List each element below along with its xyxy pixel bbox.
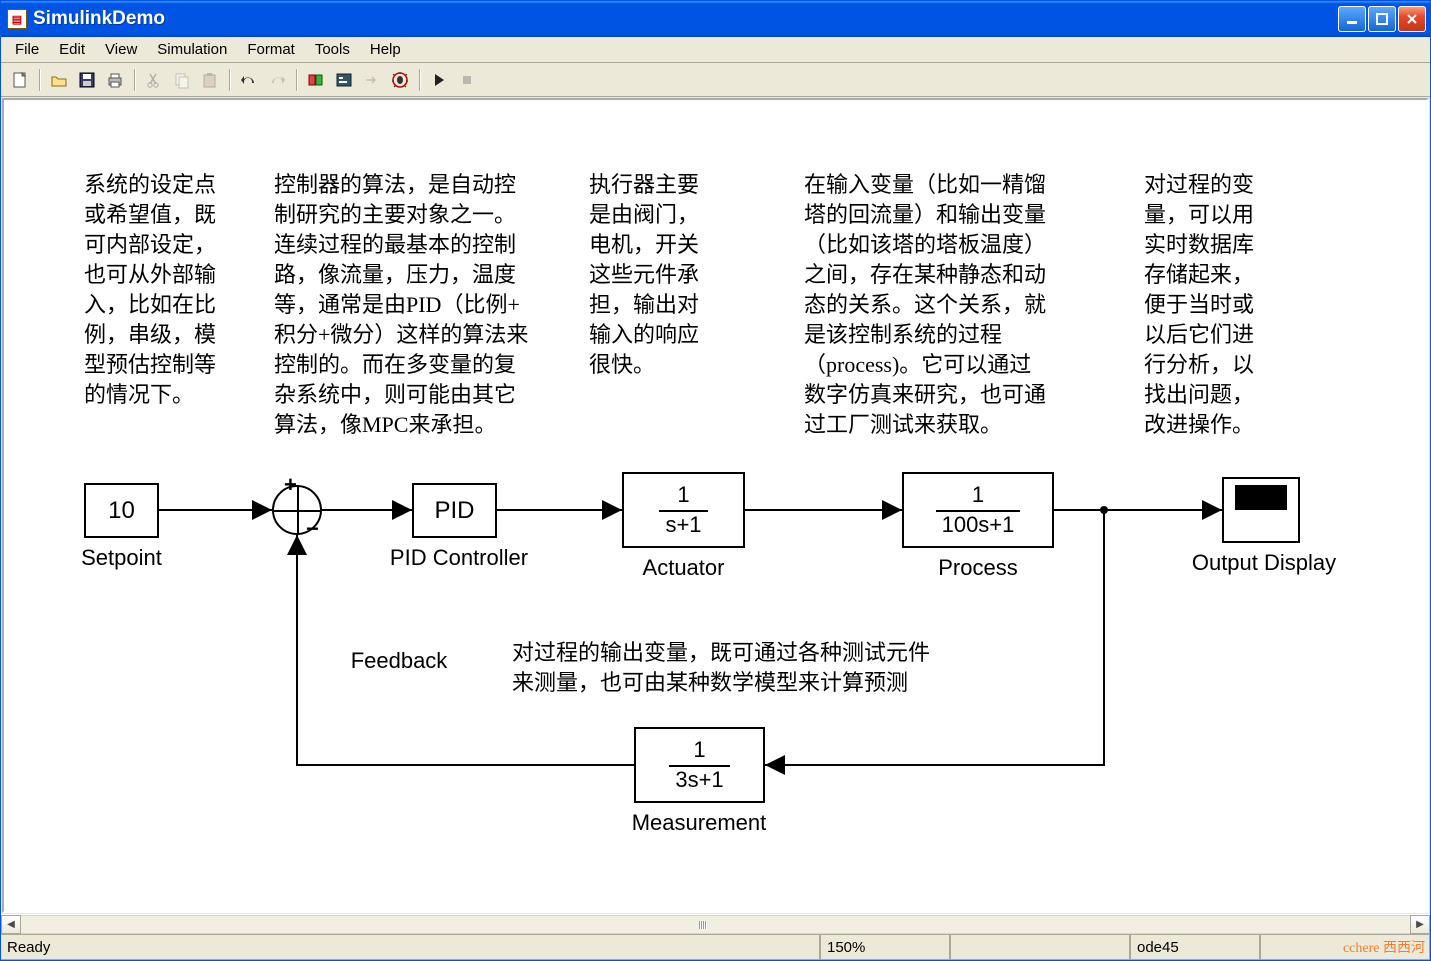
actuator-denominator: s+1 <box>659 510 707 538</box>
titlebar[interactable]: ▤ SimulinkDemo <box>1 1 1430 37</box>
label-setpoint: Setpoint <box>69 545 174 571</box>
model-explorer-icon[interactable] <box>331 67 357 93</box>
close-button[interactable] <box>1398 6 1426 32</box>
annotation-output[interactable]: 对过程的变 量，可以用 实时数据库 存储起来， 便于当时或 以后它们进 行分析，… <box>1144 170 1294 440</box>
annotation-measurement[interactable]: 对过程的输出变量，既可通过各种测试元件 来测量，也可由某种数学模型来计算预测 <box>512 638 992 698</box>
annotation-actuator[interactable]: 执行器主要 是由阀门， 电机，开关 这些元件承 担，输出对 输入的响应 很快。 <box>589 170 739 380</box>
sum-plus-sign: + <box>284 472 297 498</box>
sum-minus-sign: − <box>306 516 319 542</box>
pid-text: PID <box>434 497 474 525</box>
paste-icon[interactable] <box>197 67 223 93</box>
open-icon[interactable] <box>46 67 72 93</box>
annotation-process[interactable]: 在输入变量（比如一精馏 塔的回流量）和输出变量 （比如该塔的塔板温度） 之间，存… <box>804 170 1094 440</box>
block-actuator[interactable]: 1 s+1 <box>622 472 745 548</box>
scroll-left-icon[interactable]: ◀ <box>1 915 21 934</box>
block-scope[interactable] <box>1222 477 1300 543</box>
process-denominator: 100s+1 <box>936 510 1021 538</box>
undo-icon[interactable] <box>236 67 262 93</box>
status-zoom: 150% <box>820 935 950 960</box>
menu-help[interactable]: Help <box>360 39 411 60</box>
new-icon[interactable] <box>7 67 33 93</box>
window-title: SimulinkDemo <box>33 8 1338 30</box>
maximize-button[interactable] <box>1368 6 1396 32</box>
scroll-track[interactable] <box>21 915 1410 934</box>
toolbar-separator <box>229 69 230 91</box>
status-ready: Ready <box>1 935 820 960</box>
menu-format[interactable]: Format <box>237 39 305 60</box>
app-icon: ▤ <box>7 9 27 29</box>
menu-view[interactable]: View <box>95 39 147 60</box>
measurement-numerator: 1 <box>693 737 705 765</box>
block-process[interactable]: 1 100s+1 <box>902 472 1054 548</box>
stop-icon[interactable] <box>454 67 480 93</box>
annotation-controller[interactable]: 控制器的算法，是自动控 制研究的主要对象之一。 连续过程的最基本的控制 路，像流… <box>274 170 564 440</box>
play-icon[interactable] <box>426 67 452 93</box>
block-measurement[interactable]: 1 3s+1 <box>634 727 765 803</box>
statusbar: Ready 150% ode45 cchere 西西河 <box>1 934 1430 960</box>
app-window: ▤ SimulinkDemo File Edit View Simulation… <box>0 0 1431 961</box>
block-pid[interactable]: PID <box>412 483 497 538</box>
scroll-thumb-grip <box>688 918 718 931</box>
label-feedback: Feedback <box>339 648 459 674</box>
save-icon[interactable] <box>74 67 100 93</box>
actuator-numerator: 1 <box>677 482 689 510</box>
menu-simulation[interactable]: Simulation <box>147 39 237 60</box>
annotation-setpoint[interactable]: 系统的设定点 或希望值，既 可内部设定， 也可从外部输 入，比如在比 例，串级，… <box>84 170 254 410</box>
label-pid: PID Controller <box>384 545 534 571</box>
copy-icon[interactable] <box>169 67 195 93</box>
toolbar-separator <box>134 69 135 91</box>
process-numerator: 1 <box>972 482 984 510</box>
minimize-button[interactable] <box>1338 6 1366 32</box>
menu-edit[interactable]: Edit <box>49 39 95 60</box>
debug-icon[interactable] <box>387 67 413 93</box>
horizontal-scrollbar[interactable]: ◀ ▶ <box>1 914 1430 934</box>
watermark: cchere 西西河 <box>1343 937 1425 957</box>
menubar: File Edit View Simulation Format Tools H… <box>1 37 1430 63</box>
menu-tools[interactable]: Tools <box>305 39 360 60</box>
toolbar-separator <box>419 69 420 91</box>
toolbar <box>1 63 1430 97</box>
menu-file[interactable]: File <box>5 39 49 60</box>
port-signal-icon[interactable] <box>359 67 385 93</box>
toolbar-separator <box>39 69 40 91</box>
scroll-right-icon[interactable]: ▶ <box>1410 915 1430 934</box>
label-scope: Output Display <box>1174 550 1354 576</box>
setpoint-value: 10 <box>108 497 135 525</box>
status-solver: ode45 <box>1130 935 1260 960</box>
scope-screen-icon <box>1235 485 1287 510</box>
window-buttons <box>1338 6 1426 32</box>
print-icon[interactable] <box>102 67 128 93</box>
toolbar-separator <box>296 69 297 91</box>
model-canvas[interactable]: 系统的设定点 或希望值，既 可内部设定， 也可从外部输 入，比如在比 例，串级，… <box>2 98 1429 913</box>
label-process: Process <box>902 555 1054 581</box>
library-browser-icon[interactable] <box>303 67 329 93</box>
redo-icon[interactable] <box>264 67 290 93</box>
measurement-denominator: 3s+1 <box>669 765 729 793</box>
status-empty <box>950 935 1130 960</box>
status-grip: cchere 西西河 <box>1260 935 1430 960</box>
label-actuator: Actuator <box>622 555 745 581</box>
cut-icon[interactable] <box>141 67 167 93</box>
label-measurement: Measurement <box>619 810 779 836</box>
block-setpoint[interactable]: 10 <box>84 483 159 538</box>
